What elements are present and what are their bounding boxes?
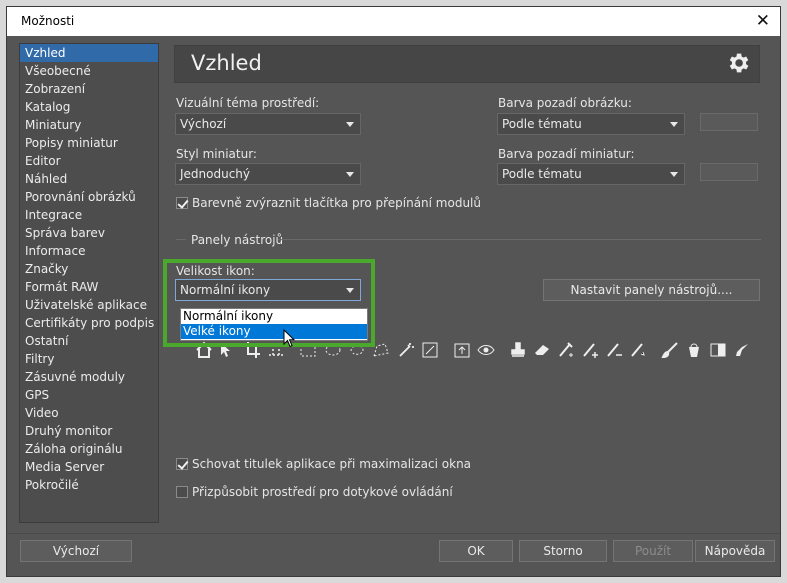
sidebar-item[interactable]: Záloha originálu xyxy=(20,440,158,458)
sidebar-item[interactable]: Druhý monitor xyxy=(20,422,158,440)
chevron-down-icon xyxy=(670,122,678,127)
chevron-down-icon xyxy=(346,122,354,127)
group-divider xyxy=(176,239,186,240)
window-title: Možnosti xyxy=(21,14,75,28)
eraser-icon xyxy=(535,345,549,355)
sidebar-item[interactable]: Popisy miniatur xyxy=(20,134,158,152)
defaults-button[interactable]: Výchozí xyxy=(20,540,132,562)
mouse-pointer-icon xyxy=(283,329,296,348)
sidebar-item[interactable]: Náhled xyxy=(20,170,158,188)
touch-mode-label: Přizpůsobit prostředí pro dotykové ovlád… xyxy=(192,485,453,499)
highlight-modules-label: Barevně zvýraznit tlačítka pro přepínání… xyxy=(192,196,481,210)
sidebar-item[interactable]: Zobrazení xyxy=(20,80,158,98)
highlight-modules-checkbox[interactable] xyxy=(176,197,188,209)
icon-size-option-large[interactable]: Velké ikony xyxy=(181,324,367,339)
icon-size-dropdown-list: Normální ikony Velké ikony xyxy=(180,308,368,341)
sidebar-item[interactable]: Video xyxy=(20,404,158,422)
configure-toolbars-button[interactable]: Nastavit panely nástrojů.... xyxy=(543,279,760,301)
sidebar-item[interactable]: Certifikáty pro podpis xyxy=(20,314,158,332)
gradient-icon xyxy=(710,343,726,357)
sidebar-item[interactable]: Miniatury xyxy=(20,116,158,134)
sidebar-item[interactable]: Vzhled xyxy=(20,44,158,62)
toolbars-group-label: Panely nástrojů xyxy=(191,233,284,247)
group-divider xyxy=(278,239,761,240)
brush-minus-icon xyxy=(607,343,622,357)
apply-button[interactable]: Použít xyxy=(613,540,693,562)
sidebar-item[interactable]: Formát RAW xyxy=(20,278,158,296)
help-button[interactable]: Nápověda xyxy=(695,540,775,562)
cancel-button[interactable]: Storno xyxy=(519,540,607,562)
dropper-icon xyxy=(736,344,748,356)
thumb-bg-select[interactable]: Podle tématu xyxy=(497,163,685,185)
ok-button[interactable]: OK xyxy=(439,540,513,562)
brush-icon xyxy=(559,342,573,357)
gear-icon[interactable] xyxy=(725,50,751,76)
image-bg-select[interactable]: Podle tématu xyxy=(497,113,685,135)
icon-size-option-normal[interactable]: Normální ikony xyxy=(181,309,367,324)
page-title: Vzhled xyxy=(191,51,262,75)
touch-mode-checkbox[interactable] xyxy=(176,486,188,498)
thumb-bg-label: Barva pozadí miniatur: xyxy=(498,147,635,161)
image-bg-label: Barva pozadí obrázku: xyxy=(498,96,632,110)
paint-brush-icon xyxy=(661,342,678,359)
options-category-list: Vzhled Všeobecné Zobrazení Katalog Miniatury… xyxy=(19,43,159,523)
info-box-icon xyxy=(454,343,470,358)
brush-plus-icon xyxy=(583,343,598,358)
sidebar-item[interactable]: Zásuvné moduly xyxy=(20,368,158,386)
footer-divider xyxy=(7,533,780,534)
close-icon[interactable]: ✕ xyxy=(756,11,770,31)
thumb-style-select[interactable]: Jednoduchý xyxy=(175,163,361,185)
image-bg-select-value: Podle tématu xyxy=(502,117,582,131)
transform-icon xyxy=(422,342,438,358)
image-bg-color-swatch[interactable] xyxy=(700,113,758,131)
chevron-down-icon xyxy=(346,172,354,177)
eye-icon xyxy=(477,345,495,355)
sidebar-item[interactable]: GPS xyxy=(20,386,158,404)
sidebar-item[interactable]: Značky xyxy=(20,260,158,278)
thumb-bg-color-swatch[interactable] xyxy=(700,163,758,181)
thumb-bg-select-value: Podle tématu xyxy=(502,167,582,181)
sidebar-item[interactable]: Katalog xyxy=(20,98,158,116)
title-bar: Možnosti ✕ xyxy=(7,7,780,36)
sidebar-item[interactable]: Uživatelské aplikace xyxy=(20,296,158,314)
sidebar-item[interactable]: Pokročilé xyxy=(20,476,158,494)
thumb-style-label: Styl miniatur: xyxy=(176,147,257,161)
sidebar-item[interactable]: Porovnání obrázků xyxy=(20,188,158,206)
sidebar-item[interactable]: Editor xyxy=(20,152,158,170)
brush-star-icon xyxy=(631,343,645,357)
sidebar-item[interactable]: Správa barev xyxy=(20,224,158,242)
thumb-style-select-value: Jednoduchý xyxy=(180,167,251,181)
theme-select-value: Výchozí xyxy=(180,117,227,131)
sidebar-item[interactable]: Media Server xyxy=(20,458,158,476)
sidebar-item[interactable]: Ostatní xyxy=(20,332,158,350)
sidebar-item[interactable]: Filtry xyxy=(20,350,158,368)
theme-label: Vizuální téma prostředí: xyxy=(176,96,320,110)
stamp-icon xyxy=(511,342,525,357)
options-dialog: Možnosti ✕ Vzhled Všeobecné Zobrazení Katal… xyxy=(6,6,781,577)
hide-title-label: Schovat titulek aplikace při maximalizac… xyxy=(192,457,472,471)
hide-title-checkbox[interactable] xyxy=(176,458,188,470)
magic-wand-icon xyxy=(399,343,414,357)
sidebar-item[interactable]: Integrace xyxy=(20,206,158,224)
page-header: Vzhled xyxy=(174,45,760,83)
sidebar-item[interactable]: Všeobecné xyxy=(20,62,158,80)
chevron-down-icon xyxy=(670,172,678,177)
theme-select[interactable]: Výchozí xyxy=(175,113,361,135)
sidebar-item[interactable]: Informace xyxy=(20,242,158,260)
bucket-icon xyxy=(689,343,699,357)
